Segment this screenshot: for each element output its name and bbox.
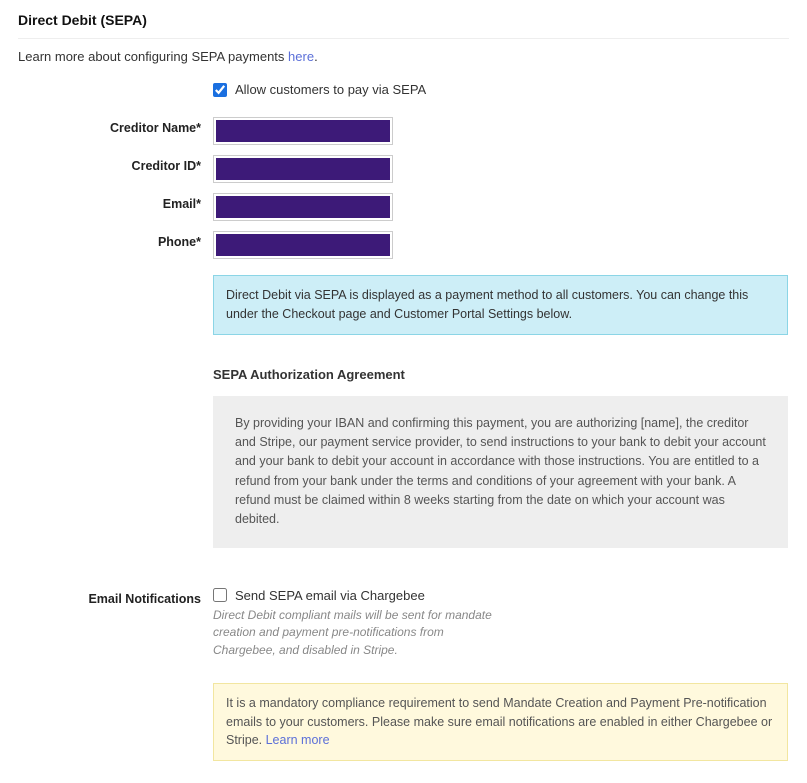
page-title: Direct Debit (SEPA): [18, 12, 789, 28]
email-label: Email*: [18, 193, 213, 211]
redacted-value: [216, 120, 390, 142]
email-input[interactable]: [213, 193, 393, 221]
send-sepa-email-checkbox[interactable]: [213, 588, 227, 602]
allow-sepa-checkbox[interactable]: [213, 83, 227, 97]
redacted-value: [216, 196, 390, 218]
form-area: Allow customers to pay via SEPA Creditor…: [18, 82, 789, 761]
phone-label: Phone*: [18, 231, 213, 249]
creditor-id-label: Creditor ID*: [18, 155, 213, 173]
email-notifications-label: Email Notifications: [18, 588, 213, 606]
send-sepa-email-row[interactable]: Send SEPA email via Chargebee: [213, 588, 788, 603]
learn-more-prefix: Learn more about configuring SEPA paymen…: [18, 49, 288, 64]
phone-input[interactable]: [213, 231, 393, 259]
email-notifications-help: Direct Debit compliant mails will be sen…: [213, 607, 493, 659]
divider: [18, 38, 789, 39]
warning-box: It is a mandatory compliance requirement…: [213, 683, 788, 761]
allow-sepa-row[interactable]: Allow customers to pay via SEPA: [213, 82, 788, 97]
learn-more-text: Learn more about configuring SEPA paymen…: [18, 49, 789, 64]
creditor-id-input[interactable]: [213, 155, 393, 183]
agreement-heading: SEPA Authorization Agreement: [213, 367, 788, 382]
learn-more-suffix: .: [314, 49, 318, 64]
send-sepa-email-label: Send SEPA email via Chargebee: [235, 588, 425, 603]
info-box: Direct Debit via SEPA is displayed as a …: [213, 275, 788, 335]
redacted-value: [216, 158, 390, 180]
spacer-label: [18, 82, 213, 86]
creditor-name-input[interactable]: [213, 117, 393, 145]
learn-more-link[interactable]: here: [288, 49, 314, 64]
allow-sepa-label: Allow customers to pay via SEPA: [235, 82, 426, 97]
agreement-body: By providing your IBAN and confirming th…: [213, 396, 788, 548]
creditor-name-label: Creditor Name*: [18, 117, 213, 135]
redacted-value: [216, 234, 390, 256]
warning-learn-more-link[interactable]: Learn more: [266, 733, 330, 747]
